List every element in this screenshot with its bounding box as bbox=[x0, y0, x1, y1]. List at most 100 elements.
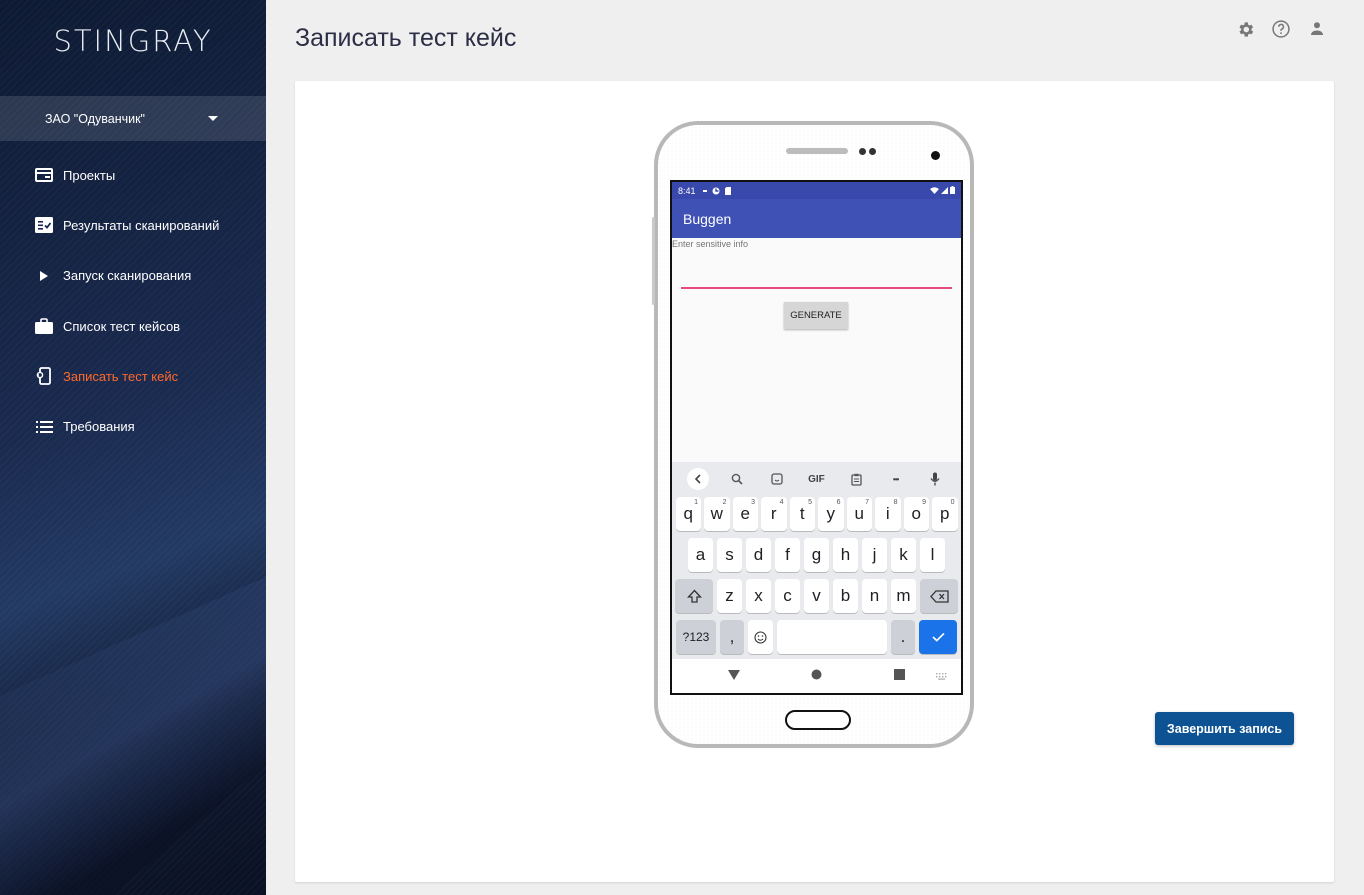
settings-icon[interactable] bbox=[1234, 18, 1256, 40]
key-s[interactable]: s bbox=[717, 538, 742, 572]
backspace-key-icon[interactable] bbox=[920, 579, 958, 613]
sidebar-item-record-test-case[interactable]: Записать тест кейс bbox=[0, 351, 266, 401]
sidebar-item-test-cases[interactable]: Список тест кейсов bbox=[0, 301, 266, 351]
emoji-key-icon[interactable] bbox=[748, 620, 773, 654]
space-key[interactable] bbox=[777, 620, 887, 654]
key-g[interactable]: g bbox=[804, 538, 829, 572]
sidebar-item-projects[interactable]: Проекты bbox=[0, 150, 266, 200]
sidebar: STINGRAY ЗАО "Одуванчик" Проекты Результ… bbox=[0, 0, 266, 895]
keyboard-sticker-icon[interactable] bbox=[766, 468, 788, 490]
briefcase-icon bbox=[34, 317, 54, 335]
key-q[interactable]: q1 bbox=[675, 497, 701, 531]
key-w[interactable]: w2 bbox=[704, 497, 730, 531]
sidebar-item-label: Записать тест кейс bbox=[63, 368, 179, 384]
keyboard-row-2: a s d f g h j k l bbox=[672, 537, 961, 573]
key-p[interactable]: p0 bbox=[932, 497, 958, 531]
keyboard-toolbar: GIF ••• bbox=[672, 462, 961, 496]
battery-icon bbox=[950, 186, 955, 194]
android-status-bar: 8:41 bbox=[672, 182, 961, 199]
key-n[interactable]: n bbox=[862, 579, 887, 613]
sidebar-item-label: Список тест кейсов bbox=[63, 318, 181, 334]
account-icon[interactable] bbox=[1306, 18, 1328, 40]
scan-results-icon bbox=[34, 216, 54, 234]
record-phone-icon bbox=[34, 367, 54, 386]
status-time: 8:41 bbox=[678, 185, 696, 196]
generate-button[interactable]: GENERATE bbox=[784, 302, 848, 329]
key-o[interactable]: o9 bbox=[903, 497, 929, 531]
key-u[interactable]: u7 bbox=[846, 497, 872, 531]
keyboard-row-3: z x c v b n m bbox=[672, 578, 961, 614]
help-icon[interactable] bbox=[1270, 18, 1292, 40]
app-logo[interactable]: STINGRAY bbox=[0, 24, 266, 58]
key-z[interactable]: z bbox=[717, 579, 742, 613]
keyboard-clipboard-icon[interactable] bbox=[845, 468, 867, 490]
nav-recents-icon[interactable] bbox=[894, 667, 906, 685]
key-d[interactable]: d bbox=[746, 538, 771, 572]
list-icon bbox=[34, 418, 54, 436]
shift-key-icon[interactable] bbox=[675, 579, 713, 613]
device-frame: 8:41 Buggen Enter sensitive info GENERAT… bbox=[652, 121, 974, 748]
key-t[interactable]: t5 bbox=[789, 497, 815, 531]
device-sensor bbox=[869, 148, 876, 155]
soft-keyboard: GIF ••• q1 w2 e3 r4 t5 y6 u7 i8 o9 p0 a … bbox=[672, 462, 961, 659]
notification-app-icon bbox=[712, 187, 720, 194]
notification-dot-icon bbox=[702, 189, 707, 192]
finish-recording-button[interactable]: Завершить запись bbox=[1155, 712, 1294, 745]
keyboard-row-4: ?123 , . bbox=[672, 619, 961, 655]
key-h[interactable]: h bbox=[833, 538, 858, 572]
keyboard-search-icon[interactable] bbox=[726, 468, 748, 490]
sidebar-item-start-scan[interactable]: Запуск сканирования bbox=[0, 251, 266, 301]
device-screen[interactable]: 8:41 Buggen Enter sensitive info GENERAT… bbox=[670, 180, 963, 695]
wifi-icon bbox=[930, 186, 939, 194]
play-icon bbox=[34, 267, 54, 285]
keyboard-more-icon[interactable]: ••• bbox=[885, 468, 907, 490]
sidebar-item-scan-results[interactable]: Результаты сканирований bbox=[0, 200, 266, 250]
key-x[interactable]: x bbox=[746, 579, 771, 613]
key-k[interactable]: k bbox=[891, 538, 916, 572]
key-y[interactable]: y6 bbox=[818, 497, 844, 531]
symbols-key[interactable]: ?123 bbox=[676, 620, 716, 654]
key-j[interactable]: j bbox=[862, 538, 887, 572]
organization-select[interactable]: ЗАО "Одуванчик" bbox=[0, 96, 266, 141]
app-title: Buggen bbox=[683, 210, 732, 227]
key-e[interactable]: e3 bbox=[732, 497, 758, 531]
key-a[interactable]: a bbox=[688, 538, 713, 572]
enter-check-key-icon[interactable] bbox=[919, 620, 957, 654]
sidebar-nav: Проекты Результаты сканирований Запуск с… bbox=[0, 150, 266, 452]
key-v[interactable]: v bbox=[804, 579, 829, 613]
keyboard-back-icon[interactable] bbox=[686, 468, 709, 490]
chevron-down-icon bbox=[208, 116, 218, 121]
device-sensor bbox=[859, 148, 866, 155]
sensitive-info-input[interactable] bbox=[681, 287, 952, 289]
device-home-button[interactable] bbox=[785, 710, 851, 730]
sd-card-icon bbox=[724, 186, 731, 195]
sidebar-item-label: Результаты сканирований bbox=[63, 217, 220, 233]
key-f[interactable]: f bbox=[775, 538, 800, 572]
key-l[interactable]: l bbox=[920, 538, 945, 572]
keyboard-row-1: q1 w2 e3 r4 t5 y6 u7 i8 o9 p0 bbox=[672, 496, 961, 532]
keyboard-mic-icon[interactable] bbox=[924, 468, 946, 490]
sidebar-item-label: Запуск сканирования bbox=[63, 268, 192, 284]
key-b[interactable]: b bbox=[833, 579, 858, 613]
sensitive-info-hint: Enter sensitive info bbox=[672, 239, 749, 249]
sidebar-item-requirements[interactable]: Требования bbox=[0, 401, 266, 451]
sidebar-item-label: Проекты bbox=[63, 167, 116, 183]
device-speaker bbox=[786, 148, 848, 154]
sidebar-item-label: Требования bbox=[63, 419, 135, 435]
keyboard-gif-icon[interactable]: GIF bbox=[805, 468, 827, 490]
key-r[interactable]: r4 bbox=[761, 497, 787, 531]
period-key[interactable]: . bbox=[891, 620, 915, 654]
nav-home-icon[interactable] bbox=[811, 667, 822, 685]
key-i[interactable]: i8 bbox=[875, 497, 901, 531]
signal-icon bbox=[941, 186, 948, 194]
organization-select-value: ЗАО "Одуванчик" bbox=[45, 111, 145, 126]
key-m[interactable]: m bbox=[891, 579, 916, 613]
android-nav-bar bbox=[672, 659, 961, 693]
app-title-bar: Buggen bbox=[672, 199, 961, 238]
key-c[interactable]: c bbox=[775, 579, 800, 613]
nav-keyboard-switch-icon[interactable] bbox=[936, 667, 947, 685]
nav-back-icon[interactable] bbox=[727, 667, 740, 685]
device-side-button bbox=[652, 217, 655, 305]
status-notification-icons bbox=[702, 186, 731, 195]
comma-key[interactable]: , bbox=[720, 620, 744, 654]
